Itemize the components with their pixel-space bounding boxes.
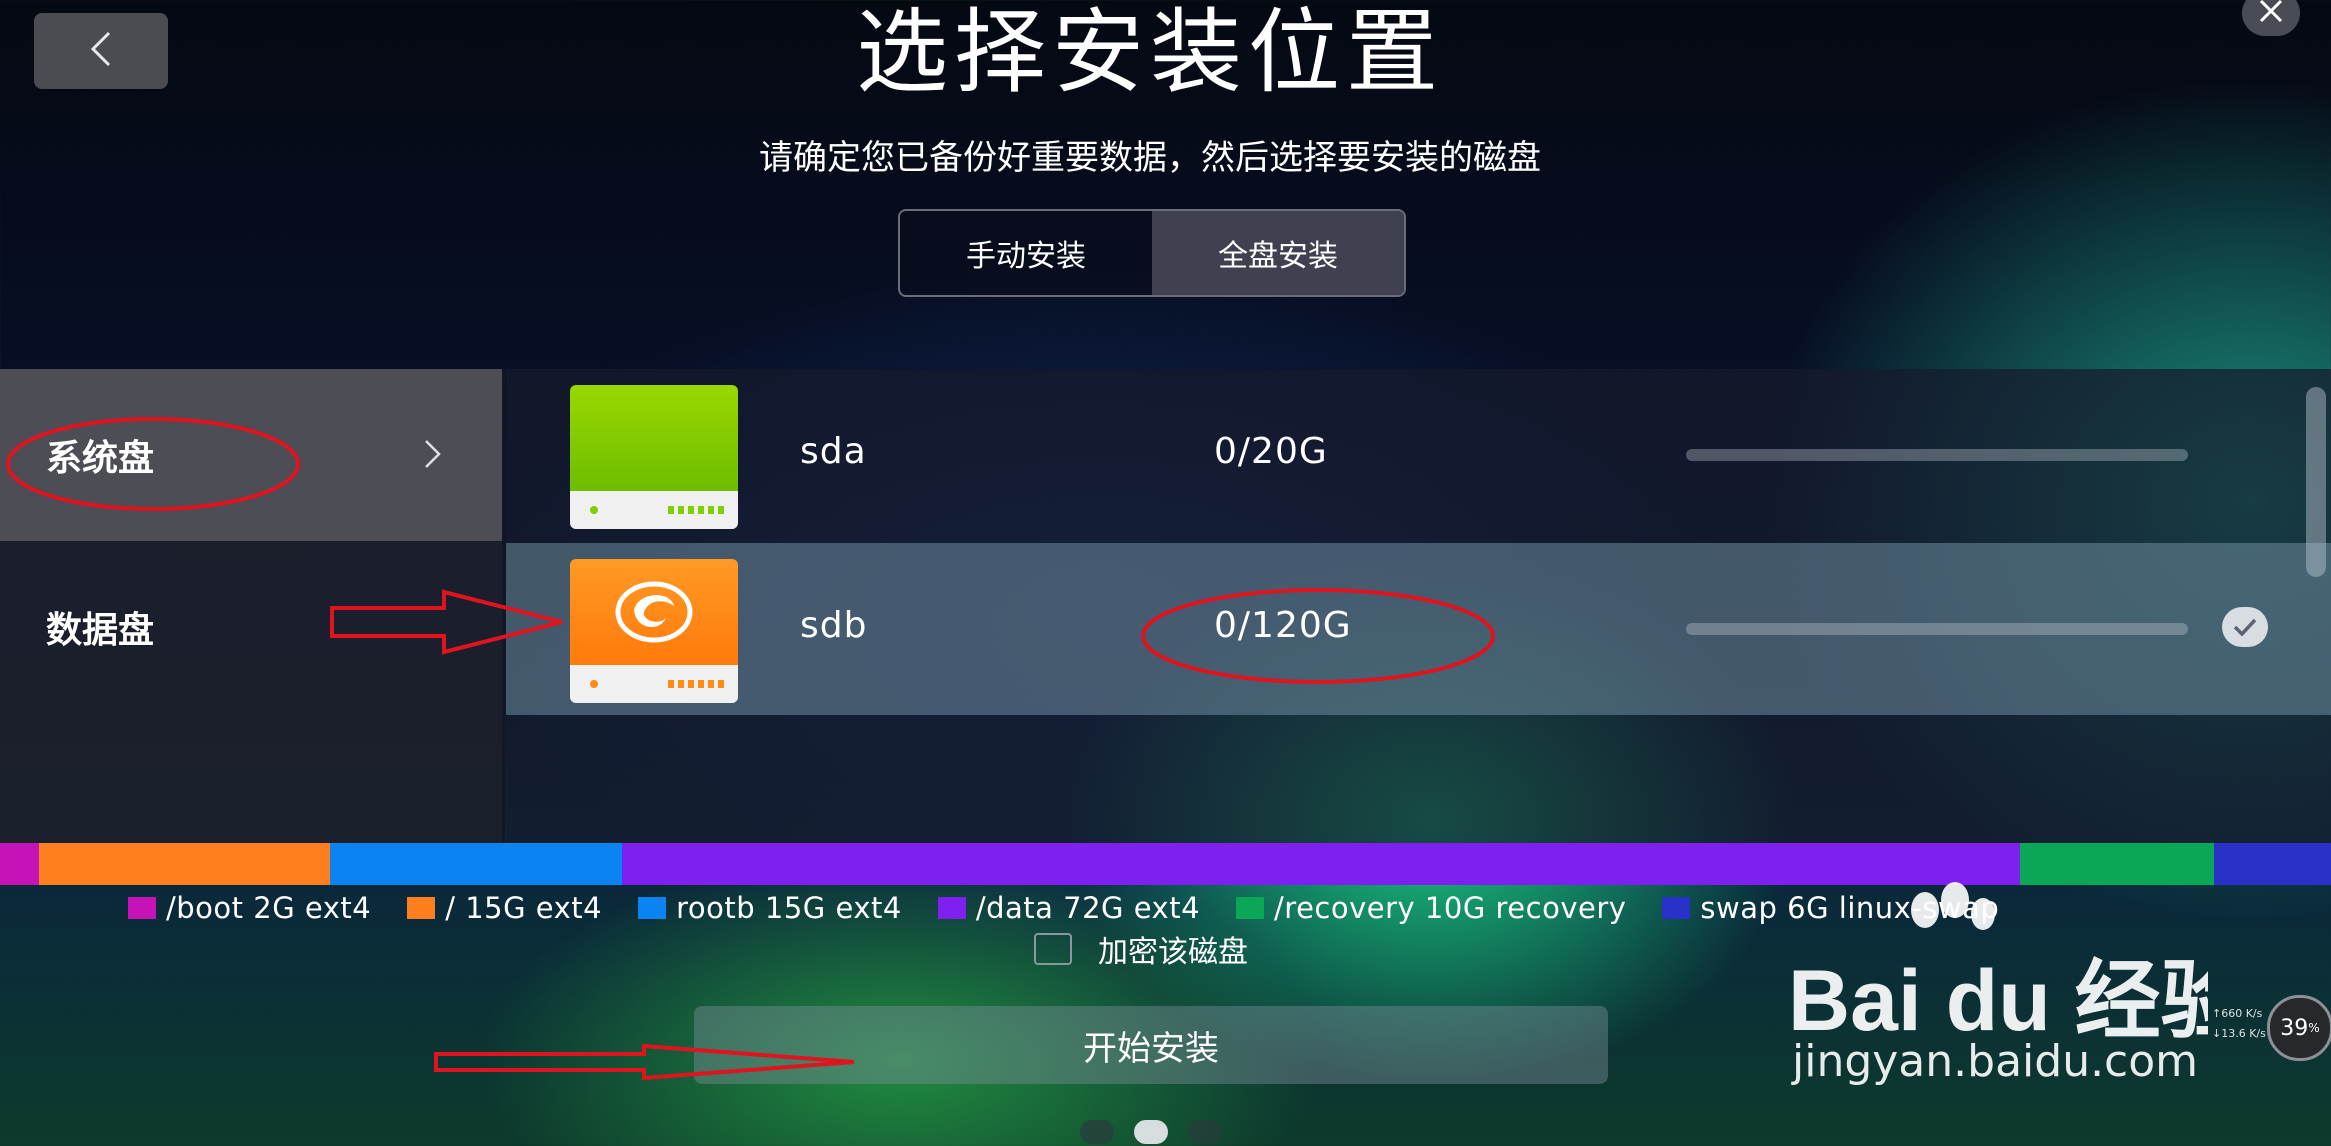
annotation-ellipse-system-disk [6,417,300,511]
annotation-arrow-disk [330,589,563,655]
usage-percent-badge[interactable]: 39% [2267,995,2331,1061]
baidu-paw-icon [1895,880,2005,974]
network-speed: ↑660 K/s ↓13.6 K/s [2212,1004,2266,1044]
annotation-ellipse-disk-size [1141,588,1495,684]
usage-percent: 39 [2280,1015,2309,1041]
download-speed-icon: ↓ [2212,1027,2222,1040]
annotation-arrow-start [434,1043,855,1081]
watermark-url: jingyan.baidu.com [1792,1036,2199,1087]
upload-speed-icon: ↑ [2212,1007,2222,1020]
download-speed: 13.6 K/s [2221,1027,2266,1040]
usage-percent-unit: % [2308,1021,2320,1035]
upload-speed: 660 K/s [2221,1007,2263,1020]
